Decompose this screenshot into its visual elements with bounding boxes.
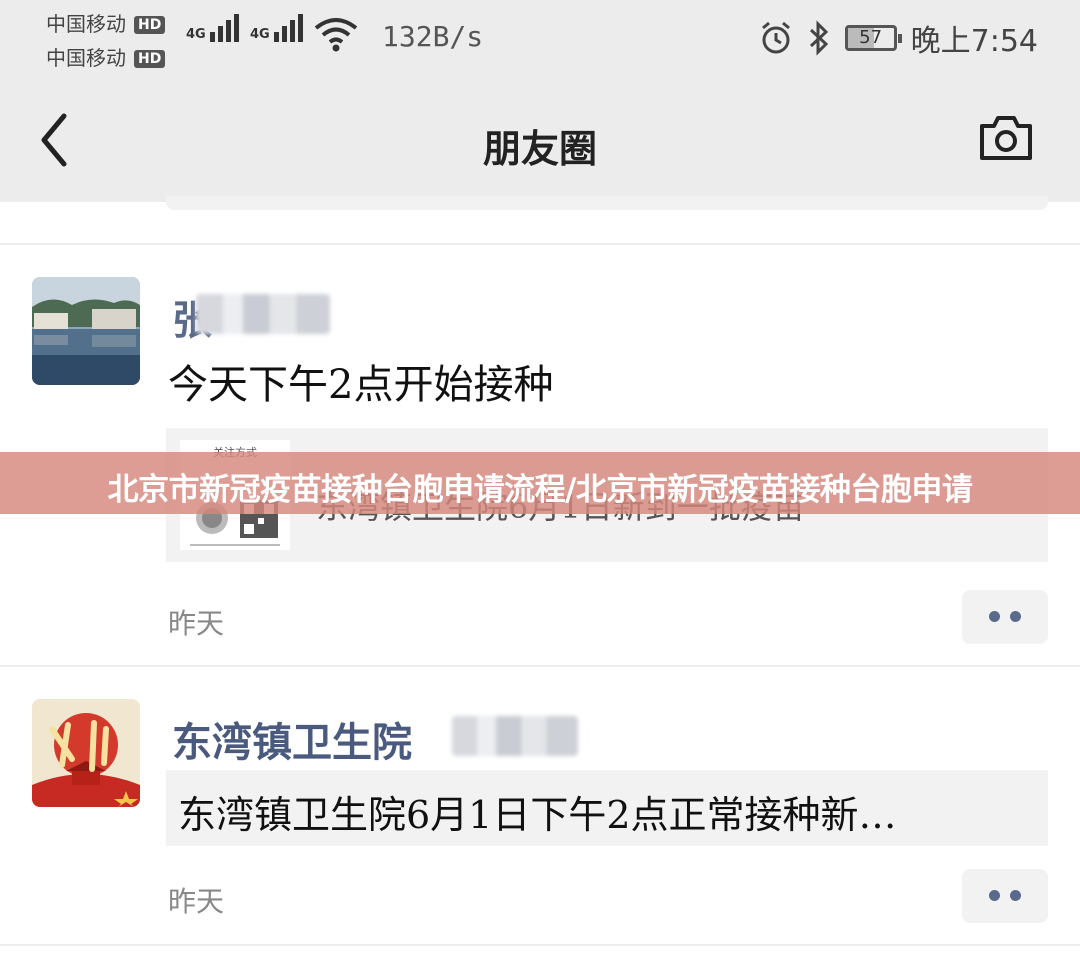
dot-icon xyxy=(1010,611,1021,622)
shared-link-card[interactable]: 东湾镇卫生院6月1日下午2点正常接种新… xyxy=(166,770,1048,846)
battery-level: 57 xyxy=(859,27,883,48)
post-time: 昨天 xyxy=(168,885,225,918)
dot-icon xyxy=(1010,890,1021,901)
status-bar: 中国移动 HD 中国移动 HD 4G 4G 132B/s 57 晚上7:54 xyxy=(0,0,1080,80)
divider xyxy=(0,944,1080,946)
blurred-name xyxy=(196,294,330,334)
landscape-avatar-image xyxy=(32,277,140,385)
post-time: 昨天 xyxy=(168,607,225,640)
post-text: 今天下午2点开始接种 xyxy=(168,362,554,408)
alarm-clock-icon xyxy=(761,21,790,54)
wifi-icon xyxy=(314,18,358,52)
blurred-name xyxy=(452,716,578,756)
carrier-2: 中国移动 HD xyxy=(46,42,166,71)
bluetooth-icon xyxy=(809,20,828,56)
more-options-button[interactable] xyxy=(962,869,1048,923)
author-name[interactable]: 东湾镇卫生院 xyxy=(172,710,412,768)
hd-badge: HD xyxy=(134,50,166,68)
nav-bar: 朋友圈 xyxy=(0,80,1080,202)
dot-icon xyxy=(989,890,1000,901)
title-banner: 北京市新冠疫苗接种台胞申请流程/北京市新冠疫苗接种台胞申请 xyxy=(0,452,1080,514)
dot-icon xyxy=(989,611,1000,622)
previous-post-card-edge xyxy=(166,196,1048,210)
divider xyxy=(0,243,1080,245)
status-right-group: 57 晚上7:54 xyxy=(759,16,1038,60)
network-speed: 132B/s xyxy=(382,20,484,53)
avatar[interactable] xyxy=(32,277,140,385)
camera-icon[interactable] xyxy=(978,114,1034,162)
carrier-1: 中国移动 HD xyxy=(46,8,166,37)
banner-title: 北京市新冠疫苗接种台胞申请流程/北京市新冠疫苗接种台胞申请 xyxy=(107,472,973,508)
clock: 晚上7:54 xyxy=(910,24,1038,59)
avatar[interactable] xyxy=(32,699,140,807)
battery-icon: 57 xyxy=(844,25,902,51)
signal-strength-2-icon: 4G xyxy=(250,14,306,42)
more-options-button[interactable] xyxy=(962,590,1048,644)
clinic-avatar-image xyxy=(32,699,140,807)
signal-strength-1-icon: 4G xyxy=(186,14,242,42)
shared-card-title: 东湾镇卫生院6月1日下午2点正常接种新… xyxy=(178,793,897,837)
divider xyxy=(0,665,1080,667)
hd-badge: HD xyxy=(134,16,166,34)
page-title: 朋友圈 xyxy=(482,126,597,171)
